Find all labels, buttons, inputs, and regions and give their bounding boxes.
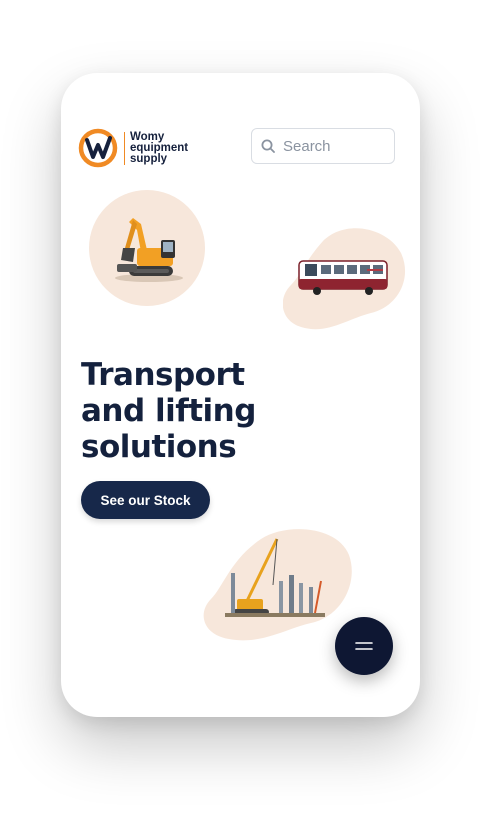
brand-line-3: supply [130, 152, 168, 165]
search-box[interactable] [251, 128, 395, 164]
search-input[interactable] [281, 136, 385, 156]
brand-logo[interactable]: Womy equipment supply [77, 127, 197, 169]
hero-line-3: solutions [81, 429, 237, 465]
menu-icon [355, 642, 373, 650]
search-icon [261, 139, 275, 153]
hero-line-2: and lifting [81, 393, 256, 429]
brand-line-1: Womy [130, 130, 165, 143]
excavator-image [89, 190, 205, 306]
hero-line-1: Transport [81, 357, 245, 393]
see-stock-button[interactable]: See our Stock [81, 481, 210, 519]
brand-name: Womy equipment supply [124, 130, 189, 165]
menu-button[interactable] [335, 617, 393, 675]
bus-image [282, 223, 407, 335]
brand-line-2: equipment [130, 141, 189, 154]
phone-frame: Womy equipment supply Search Transport a… [61, 73, 420, 717]
hero-title: Transport and lifting solutions [81, 357, 321, 465]
wes-logo-icon [77, 127, 119, 169]
crane-image [201, 525, 353, 645]
